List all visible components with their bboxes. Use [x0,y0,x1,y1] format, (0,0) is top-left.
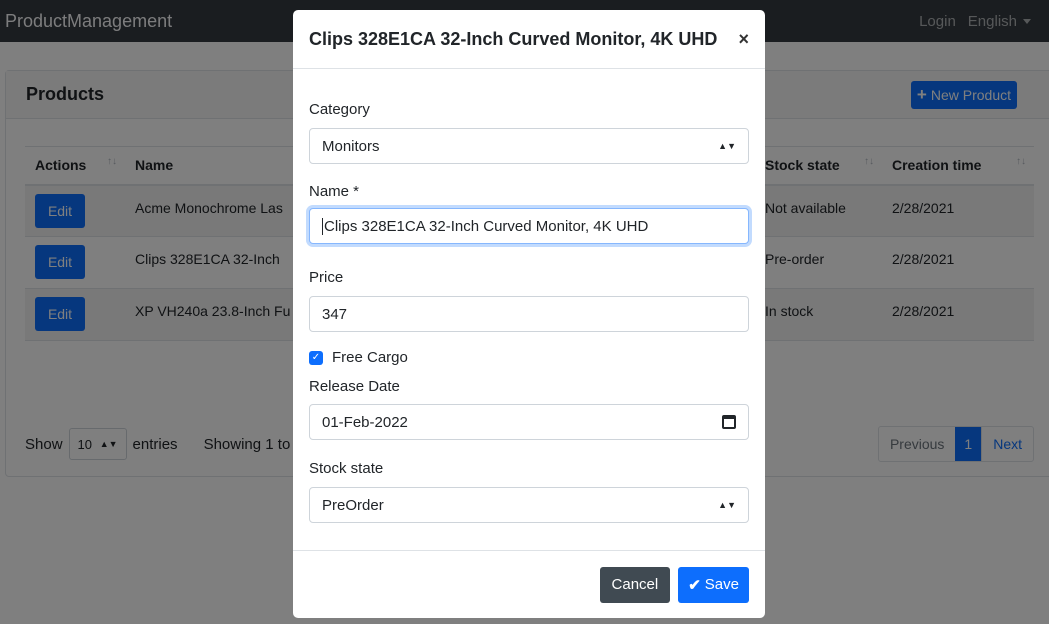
name-value: Clips 328E1CA 32-Inch Curved Monitor, 4K… [324,217,649,235]
price-label: Price [309,269,344,286]
save-button[interactable]: ✔ Save [678,566,749,603]
close-icon[interactable]: × [738,29,749,50]
category-value: Monitors [322,137,380,155]
calendar-icon[interactable] [722,415,736,429]
price-input[interactable]: 347 [309,296,749,332]
name-input[interactable]: Clips 328E1CA 32-Inch Curved Monitor, 4K… [309,208,749,244]
free-cargo-label: Free Cargo [332,349,408,366]
category-label: Category [309,101,370,118]
text-cursor [322,217,323,235]
save-label: Save [704,576,739,593]
stock-state-select[interactable]: PreOrder ▲▼ [309,487,749,523]
release-date-value: 01-Feb-2022 [322,413,408,431]
modal-title: Clips 328E1CA 32-Inch Curved Monitor, 4K… [309,28,718,49]
cancel-button[interactable]: Cancel [599,566,671,603]
select-arrows-icon: ▲▼ [718,140,736,151]
checkmark-icon: ✔ [688,576,701,594]
free-cargo-checkbox[interactable]: ✓ [309,350,323,365]
release-date-input[interactable]: 01-Feb-2022 [309,404,749,440]
stock-state-label: Stock state [309,460,384,477]
edit-product-modal: Clips 328E1CA 32-Inch Curved Monitor, 4K… [293,10,765,618]
stock-state-value: PreOrder [322,496,384,514]
price-value: 347 [322,305,348,323]
release-date-label: Release Date [309,378,400,395]
category-select[interactable]: Monitors ▲▼ [309,128,749,164]
name-label: Name * [309,183,360,200]
select-arrows-icon: ▲▼ [718,499,736,510]
